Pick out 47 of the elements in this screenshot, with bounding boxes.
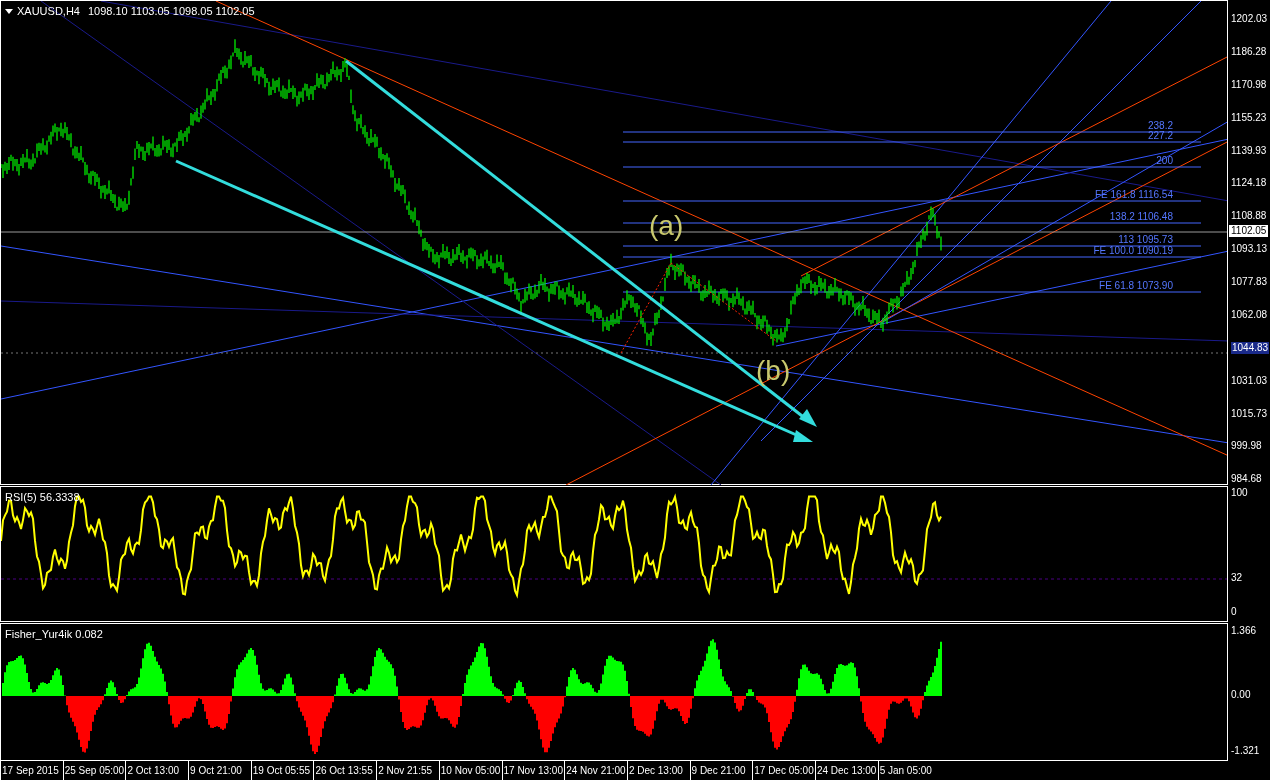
time-axis-label: 9 Dec 21:00 bbox=[689, 761, 753, 780]
time-axis-label: 24 Dec 13:00 bbox=[814, 761, 878, 780]
price-axis-label: 1077.83 bbox=[1231, 276, 1269, 288]
time-axis-label: 17 Nov 13:00 bbox=[501, 761, 565, 780]
price-axis-label: 1155.23 bbox=[1231, 111, 1268, 124]
price-marker-label: 1044.83 bbox=[1231, 341, 1270, 354]
fibonacci-level-label: 113 1095.73 bbox=[1118, 235, 1173, 245]
price-axis-label: 1062.08 bbox=[1231, 308, 1269, 321]
time-axis-label: 2 Nov 21:55 bbox=[376, 761, 439, 780]
time-axis-label: 26 Oct 13:55 bbox=[313, 761, 377, 780]
price-axis-label: 1031.03 bbox=[1231, 374, 1269, 387]
time-axis-label: 2 Dec 13:00 bbox=[626, 761, 690, 780]
fibonacci-level-label: 238.2 bbox=[1147, 121, 1173, 131]
time-axis-label: 24 Nov 21:00 bbox=[564, 761, 627, 780]
fibonacci-level-label: 227.2 bbox=[1147, 131, 1173, 141]
fibonacci-level-label: FE 61.8 1073.90 bbox=[1099, 281, 1173, 291]
time-axis-label: 19 Oct 05:55 bbox=[250, 761, 314, 780]
price-axis-label: 984.68 bbox=[1231, 473, 1263, 486]
dropdown-icon[interactable] bbox=[5, 8, 13, 14]
time-axis-label: 25 Sep 05:00 bbox=[62, 761, 126, 780]
price-axis-label: 1170.98 bbox=[1231, 78, 1268, 91]
price-axis-label: 1015.73 bbox=[1231, 407, 1269, 420]
fisher-title: Fisher_Yur4ik 0.082 bbox=[5, 627, 103, 643]
fisher-axis-label: -1.321 bbox=[1231, 745, 1260, 758]
price-axis-label: 1186.28 bbox=[1231, 45, 1268, 58]
current-price-label: 1102.05 bbox=[1229, 225, 1269, 237]
fibonacci-level-label: FE 100.0 1090.19 bbox=[1093, 246, 1173, 256]
time-axis-label: 9 Oct 21:00 bbox=[188, 761, 251, 780]
time-axis-label: 5 Jan 05:00 bbox=[877, 761, 941, 780]
rsi-axis-label: 32 bbox=[1231, 572, 1243, 585]
price-axis-label: 1202.03 bbox=[1231, 13, 1269, 25]
rsi-axis-label: 0 bbox=[1231, 606, 1237, 619]
price-axis-label: 1124.18 bbox=[1231, 177, 1268, 190]
fibonacci-level-label: 138.2 1106.48 bbox=[1109, 212, 1173, 222]
rsi-axis-label: 100 bbox=[1231, 487, 1248, 500]
rsi-title: RSI(5) 56.3338 bbox=[5, 490, 80, 506]
time-axis-label: 10 Nov 05:00 bbox=[438, 761, 502, 780]
time-axis-label: 17 Dec 05:00 bbox=[752, 761, 815, 780]
time-axis-label: 17 Sep 2015 bbox=[0, 761, 63, 780]
fisher-axis-label: 1.366 bbox=[1231, 625, 1257, 638]
price-axis-label: 1139.93 bbox=[1231, 144, 1268, 157]
time-axis-label: 2 Oct 13:00 bbox=[125, 761, 189, 780]
price-axis-label: 1093.13 bbox=[1231, 243, 1269, 256]
price-axis-label: 999.98 bbox=[1231, 440, 1263, 453]
symbol-label: XAUUSD,H4 bbox=[17, 4, 80, 19]
price-axis-label: 1108.88 bbox=[1231, 210, 1268, 223]
fisher-axis-label: 0.00 bbox=[1231, 689, 1251, 702]
